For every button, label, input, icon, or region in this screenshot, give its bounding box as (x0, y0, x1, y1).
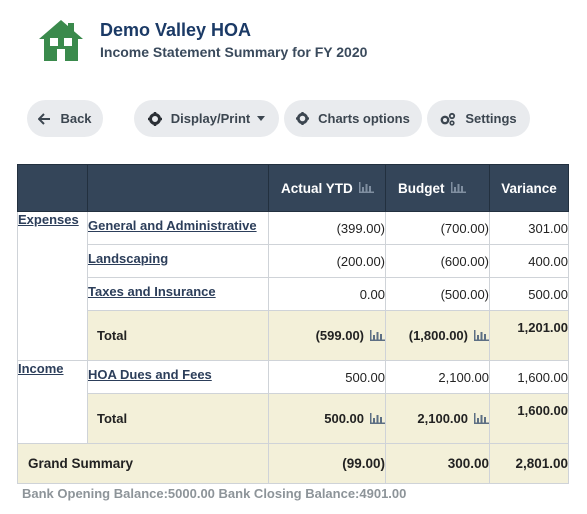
budget-cell: (700.00) (385, 211, 490, 245)
actual-cell: (399.00) (268, 211, 386, 245)
table-row: Taxes and Insurance 0.00 (500.00) 500.00 (18, 277, 569, 311)
header-actual-ytd-label: Actual YTD (281, 180, 353, 196)
bar-chart-icon[interactable] (450, 181, 466, 196)
budget-cell: (500.00) (385, 277, 490, 311)
header-account (87, 164, 269, 212)
account-link[interactable]: HOA Dues and Fees (88, 367, 268, 382)
total-label: Total (87, 393, 269, 444)
total-actual-value: (599.00) (315, 328, 364, 344)
account-cell: General and Administrative (87, 211, 269, 245)
table-row: Expenses General and Administrative (399… (17, 211, 569, 361)
gear-icon (147, 111, 162, 126)
budget-cell: 2,100.00 (385, 360, 490, 394)
actual-cell: 500.00 (268, 360, 386, 394)
category-link-income[interactable]: Income (18, 361, 64, 376)
header-budget: Budget (385, 164, 490, 212)
variance-cell: 400.00 (489, 244, 569, 278)
grand-summary-label: Grand Summary (17, 443, 269, 484)
back-button[interactable]: Back (27, 100, 103, 137)
back-label: Back (60, 111, 92, 126)
grand-variance-cell: 2,801.00 (489, 443, 569, 484)
variance-cell: 301.00 (489, 211, 569, 245)
settings-button[interactable]: Settings (427, 100, 530, 137)
total-label: Total (87, 310, 269, 361)
toolbar: Back Display/Print Charts options Settin… (0, 100, 587, 138)
total-budget-value: (1,800.00) (408, 328, 468, 344)
house-icon (39, 20, 83, 61)
settings-label: Settings (465, 111, 517, 126)
budget-cell: (600.00) (385, 244, 490, 278)
table-header-row: Actual YTD Budget Variance (17, 164, 569, 212)
caret-down-icon (257, 116, 266, 121)
bar-chart-icon[interactable] (474, 412, 489, 427)
category-cell: Income (17, 360, 88, 444)
bank-balances: Bank Opening Balance:5000.00 Bank Closin… (22, 486, 407, 501)
gears-icon (440, 112, 456, 126)
display-print-dropdown[interactable]: Display/Print (134, 100, 279, 137)
table-row: Landscaping (200.00) (600.00) 400.00 (18, 244, 569, 278)
header-category (17, 164, 88, 212)
bar-chart-icon[interactable] (370, 329, 385, 344)
category-cell: Expenses (17, 211, 88, 361)
report-title: Income Statement Summary for FY 2020 (100, 44, 368, 60)
table-row: Income HOA Dues and Fees 500.00 2,100.00… (17, 360, 569, 444)
header-variance-label: Variance (501, 180, 557, 196)
category-link-expenses[interactable]: Expenses (18, 212, 79, 227)
grand-budget-cell: 300.00 (385, 443, 490, 484)
income-statement-table: Actual YTD Budget Variance Expenses Gene… (17, 164, 569, 484)
account-link[interactable]: Landscaping (88, 251, 268, 266)
variance-cell: 1,600.00 (489, 360, 569, 394)
bar-chart-icon[interactable] (358, 181, 374, 196)
total-budget-value: 2,100.00 (417, 411, 468, 427)
header-actual-ytd: Actual YTD (268, 164, 386, 212)
total-actual-cell: 500.00 (268, 393, 386, 444)
total-variance-cell: 1,600.00 (489, 393, 569, 444)
header-variance: Variance (489, 164, 569, 212)
gear-icon (296, 112, 310, 125)
total-budget-cell: 2,100.00 (385, 393, 490, 444)
account-cell: Landscaping (87, 244, 269, 278)
org-name: Demo Valley HOA (100, 20, 252, 40)
total-actual-cell: (599.00) (268, 310, 386, 361)
total-variance-cell: 1,201.00 (489, 310, 569, 361)
account-cell: HOA Dues and Fees (87, 360, 269, 394)
display-print-label: Display/Print (170, 111, 251, 126)
charts-options-label: Charts options (318, 111, 410, 126)
total-actual-value: 500.00 (324, 411, 364, 427)
grand-summary-row: Grand Summary (99.00) 300.00 2,801.00 (17, 443, 569, 484)
arrow-left-icon (38, 112, 51, 125)
variance-cell: 500.00 (489, 277, 569, 311)
total-row: Total (599.00) (1,800.00) 1,201.00 (18, 310, 569, 361)
grand-actual-cell: (99.00) (268, 443, 386, 484)
bar-chart-icon[interactable] (474, 329, 489, 344)
header-budget-label: Budget (398, 180, 445, 196)
total-row: Total 500.00 2,100.00 1,600.00 (18, 393, 569, 444)
actual-cell: 0.00 (268, 277, 386, 311)
account-link[interactable]: General and Administrative (88, 218, 268, 233)
account-cell: Taxes and Insurance (87, 277, 269, 311)
total-budget-cell: (1,800.00) (385, 310, 490, 361)
actual-cell: (200.00) (268, 244, 386, 278)
charts-options-button[interactable]: Charts options (284, 100, 422, 137)
report-header: Demo Valley HOA Income Statement Summary… (38, 16, 367, 64)
bar-chart-icon[interactable] (370, 412, 385, 427)
account-link[interactable]: Taxes and Insurance (88, 284, 268, 299)
